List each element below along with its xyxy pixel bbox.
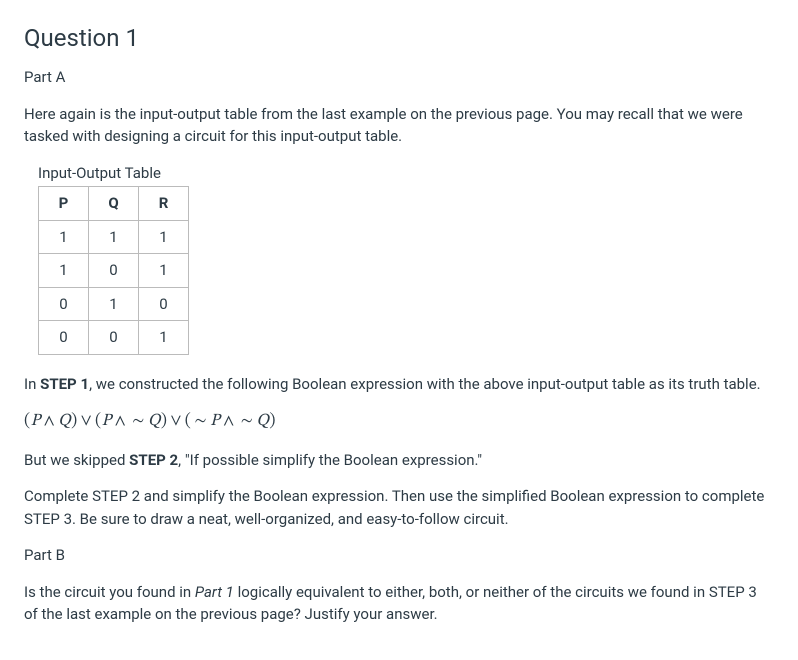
part-b-em: Part 1 bbox=[195, 583, 234, 601]
table-cell: 1 bbox=[139, 321, 189, 355]
table-header-row: P Q R bbox=[39, 187, 189, 221]
step1-text: In STEP 1, we constructed the following … bbox=[24, 373, 774, 396]
table-caption: Input-Output Table bbox=[38, 162, 774, 185]
step2-prefix: But we skipped bbox=[24, 451, 129, 469]
step1-suffix: , we constructed the following Boolean e… bbox=[89, 375, 761, 393]
step1-prefix: In bbox=[24, 375, 40, 393]
table-cell: 1 bbox=[139, 254, 189, 288]
table-cell: 0 bbox=[39, 287, 89, 321]
table-cell: 1 bbox=[39, 220, 89, 254]
input-output-table: P Q R 1 1 1 1 0 1 0 1 0 0 0 1 bbox=[38, 186, 189, 355]
table-cell: 1 bbox=[89, 287, 139, 321]
boolean-expression: (P∧Q)∨(P∧∼Q)∨(∼P∧∼Q) bbox=[24, 409, 774, 435]
table-cell: 1 bbox=[139, 220, 189, 254]
step2-bold: STEP 2 bbox=[129, 451, 178, 469]
part-b-heading: Part B bbox=[24, 544, 774, 567]
table-cell: 0 bbox=[139, 287, 189, 321]
table-cell: 1 bbox=[89, 220, 139, 254]
table-header: P bbox=[39, 187, 89, 221]
part-a-heading: Part A bbox=[24, 66, 774, 89]
part-a-intro: Here again is the input-output table fro… bbox=[24, 103, 774, 148]
table-row: 0 1 0 bbox=[39, 287, 189, 321]
part-b-prefix: Is the circuit you found in bbox=[24, 583, 195, 601]
step2-suffix: , "If possible simplify the Boolean expr… bbox=[178, 451, 482, 469]
question-title: Question 1 bbox=[24, 20, 774, 56]
table-cell: 0 bbox=[89, 254, 139, 288]
step1-bold: STEP 1 bbox=[40, 375, 89, 393]
table-row: 1 1 1 bbox=[39, 220, 189, 254]
table-cell: 0 bbox=[39, 321, 89, 355]
table-cell: 0 bbox=[89, 321, 139, 355]
step2-text: But we skipped STEP 2, "If possible simp… bbox=[24, 449, 774, 472]
table-row: 0 0 1 bbox=[39, 321, 189, 355]
table-row: 1 0 1 bbox=[39, 254, 189, 288]
table-header: Q bbox=[89, 187, 139, 221]
table-header: R bbox=[139, 187, 189, 221]
part-a-instruction: Complete STEP 2 and simplify the Boolean… bbox=[24, 485, 774, 530]
table-cell: 1 bbox=[39, 254, 89, 288]
